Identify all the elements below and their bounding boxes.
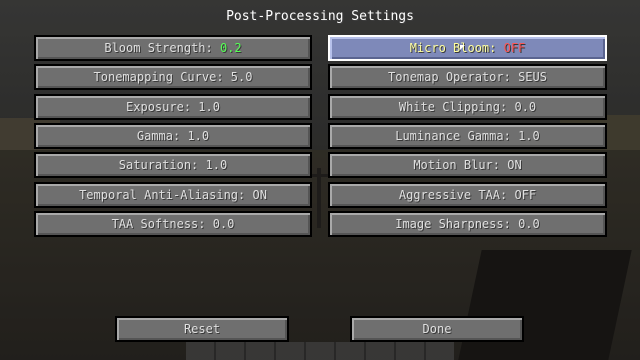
- tonemap-operator-button[interactable]: Tonemap Operator: SEUS: [328, 64, 607, 90]
- option-label: Micro Bloom:: [409, 41, 504, 55]
- option-value: OFF: [503, 41, 526, 55]
- option-label: Image Sharpness:: [395, 217, 519, 231]
- tonemapping-curve-button[interactable]: Tonemapping Curve: 5.0: [34, 64, 312, 90]
- option-label: Tonemapping Curve:: [93, 70, 231, 84]
- option-value: SEUS: [518, 70, 547, 84]
- saturation-button[interactable]: Saturation: 1.0: [34, 152, 312, 178]
- option-label: Luminance Gamma:: [395, 129, 519, 143]
- reset-button[interactable]: Reset: [115, 316, 289, 342]
- option-value: 1.0: [205, 158, 228, 172]
- option-label: Bloom Strength:: [104, 41, 220, 55]
- option-value: 0.0: [212, 217, 235, 231]
- mouse-cursor-icon: [460, 45, 465, 50]
- image-sharpness-button[interactable]: Image Sharpness: 0.0: [328, 211, 607, 237]
- micro-bloom-button[interactable]: Micro Bloom: OFF: [328, 35, 607, 61]
- aggressive-taa-button[interactable]: Aggressive TAA: OFF: [328, 182, 607, 208]
- option-label: TAA Softness:: [111, 217, 213, 231]
- option-label: Saturation:: [118, 158, 206, 172]
- option-value: ON: [507, 158, 522, 172]
- option-value: 0.2: [219, 41, 242, 55]
- option-label: Aggressive TAA:: [398, 188, 515, 202]
- option-label: Motion Blur:: [413, 158, 508, 172]
- temporal-anti-aliasing-button[interactable]: Temporal Anti-Aliasing: ON: [34, 182, 312, 208]
- option-value: OFF: [514, 188, 537, 202]
- taa-softness-button[interactable]: TAA Softness: 0.0: [34, 211, 312, 237]
- option-value: ON: [252, 188, 267, 202]
- gamma-button[interactable]: Gamma: 1.0: [34, 123, 312, 149]
- option-value: 1.0: [198, 100, 220, 114]
- option-label: Temporal Anti-Aliasing:: [79, 188, 253, 202]
- motion-blur-button[interactable]: Motion Blur: ON: [328, 152, 607, 178]
- option-value: 5.0: [230, 70, 253, 84]
- option-label: White Clipping:: [398, 100, 515, 114]
- option-label: Tonemap Operator:: [388, 70, 519, 84]
- option-label: Gamma:: [136, 129, 188, 143]
- option-value: 1.0: [187, 129, 210, 143]
- page-title: Post-Processing Settings: [226, 9, 414, 24]
- option-value: 0.0: [514, 100, 537, 114]
- exposure-button[interactable]: Exposure: 1.0: [34, 94, 312, 120]
- luminance-gamma-button[interactable]: Luminance Gamma: 1.0: [328, 123, 607, 149]
- white-clipping-button[interactable]: White Clipping: 0.0: [328, 94, 607, 120]
- bloom-strength-button[interactable]: Bloom Strength: 0.2: [34, 35, 312, 61]
- option-label: Exposure:: [126, 100, 199, 114]
- option-value: 1.0: [518, 129, 540, 143]
- done-button[interactable]: Done: [350, 316, 524, 342]
- option-value: 0.0: [518, 217, 540, 231]
